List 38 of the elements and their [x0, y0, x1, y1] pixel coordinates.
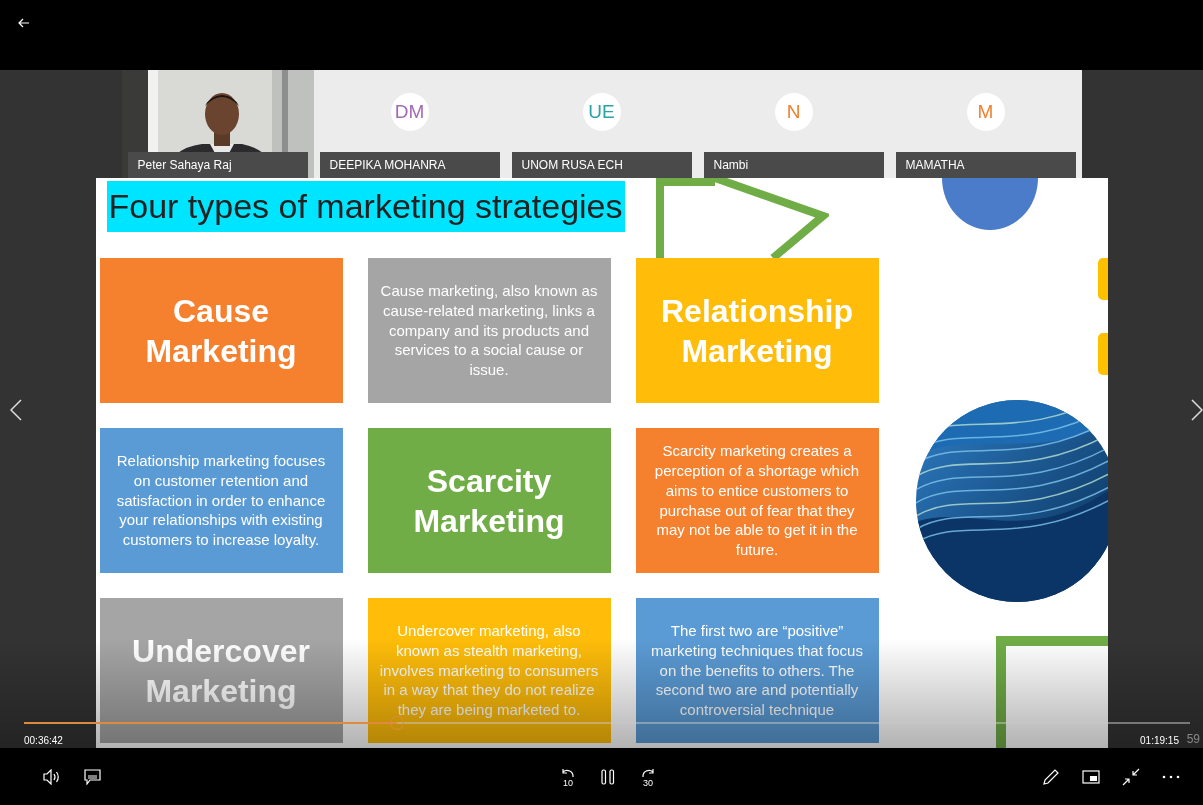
pen-icon[interactable]	[1042, 767, 1060, 786]
total-time: 01:19:15	[1140, 735, 1179, 746]
previous-chevron-icon[interactable]	[10, 399, 22, 421]
participant-name: MAMATHA	[895, 152, 1076, 178]
more-icon[interactable]	[1162, 774, 1180, 779]
card-text: The first two are “positive” marketing techniques that focus on the benefits to others. The second two are and potentially controversial technique	[650, 620, 864, 721]
card-heading: Relationship Marketing	[660, 291, 854, 371]
exit-fullscreen-icon[interactable]	[1122, 767, 1140, 786]
avatar-initials: UE	[582, 93, 621, 131]
avatar-initials: DM	[390, 93, 429, 131]
card-text: Scarcity marketing creates a perception of a shortage which aims to entice customers to purchase out of fear that they may not be able to get it in the future.	[653, 440, 861, 561]
slide-title: Four types of marketing strategies	[106, 181, 625, 232]
next-chevron-icon[interactable]	[1191, 399, 1203, 421]
rewind-icon	[562, 767, 574, 778]
avatar-initials: M	[966, 93, 1005, 131]
tab-shape	[1097, 333, 1108, 375]
participant-name: Peter Sahaya Raj	[127, 152, 308, 178]
participant-name: DEEPIKA MOHANRA	[319, 152, 500, 178]
volume-icon[interactable]	[43, 768, 61, 785]
forward-button[interactable]: 30	[632, 760, 664, 793]
card-text: Undercover marketing, also known as stealth marketing, involves marketing to consumers in a way that they do not realize they are being marketed to.	[378, 620, 600, 721]
tab-shape	[1097, 258, 1108, 300]
rewind-button[interactable]: 10	[552, 760, 584, 793]
time-fragment: 59	[1186, 732, 1200, 746]
card-heading: Cause Marketing	[144, 291, 298, 371]
elapsed-time: 00:36:42	[24, 735, 63, 746]
participant-name: UNOM RUSA ECH	[511, 152, 692, 178]
card-text: Cause marketing, also known as cause-related marketing, links a company and its products and services to a social cause or issue.	[379, 280, 599, 381]
card-heading: Undercover Marketing	[131, 631, 311, 711]
captions-icon[interactable]	[83, 768, 101, 785]
card-text: Relationship marketing focuses on customer retention and satisfaction in order to enhance your relationships with existing customers to increase loyalty.	[115, 450, 327, 551]
participant-name: Nambi	[703, 152, 884, 178]
fast-forward-icon	[642, 767, 654, 778]
back-icon[interactable]	[18, 18, 30, 28]
card-heading: Scarcity Marketing	[412, 461, 566, 541]
picture-in-picture-icon[interactable]	[1082, 769, 1100, 784]
pause-icon[interactable]	[601, 768, 615, 785]
avatar-initials: N	[774, 93, 813, 131]
